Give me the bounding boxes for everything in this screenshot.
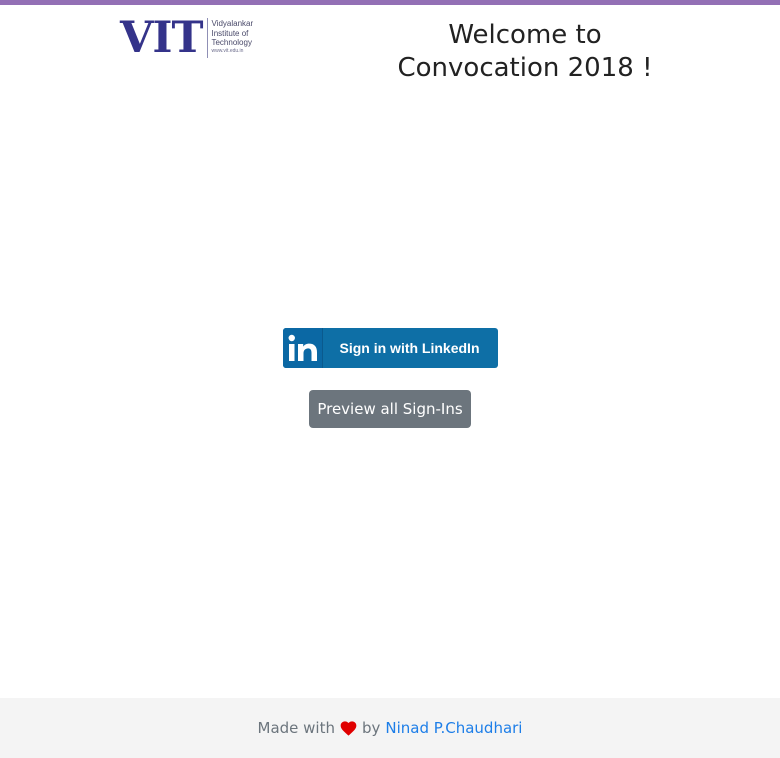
linkedin-icon [283, 328, 323, 368]
logo-line-1: Vidyalankar [211, 19, 254, 28]
vit-logo: VIT Vidyalankar Institute of Technology … [120, 13, 262, 63]
logo-line-2: Institute of [211, 28, 249, 38]
welcome-line-1: Welcome to [448, 20, 602, 50]
page: VIT Vidyalankar Institute of Technology … [0, 0, 780, 758]
heart-icon [340, 720, 357, 736]
logo-divider [207, 18, 209, 58]
welcome-line-2: Convocation 2018 ! [397, 53, 653, 83]
linkedin-signin-button[interactable]: Sign in with LinkedIn [283, 328, 498, 368]
welcome-heading: Welcome to Convocation 2018 ! [380, 19, 670, 85]
top-accent-bar [0, 0, 780, 5]
logo-mark: VIT [120, 13, 203, 63]
footer-made-with: Made with [257, 719, 335, 737]
linkedin-button-label: Sign in with LinkedIn [339, 340, 480, 356]
footer: Made with by Ninad P.Chaudhari [0, 698, 780, 758]
logo-url: www.vit.edu.in [211, 47, 244, 54]
footer-by: by [361, 719, 381, 737]
logo-text: Vidyalankar Institute of Technology www.… [211, 18, 253, 55]
author-link[interactable]: Ninad P.Chaudhari [385, 719, 522, 737]
preview-sign-ins-button[interactable]: Preview all Sign-Ins [309, 390, 471, 428]
logo-line-3: Technology [211, 38, 252, 47]
